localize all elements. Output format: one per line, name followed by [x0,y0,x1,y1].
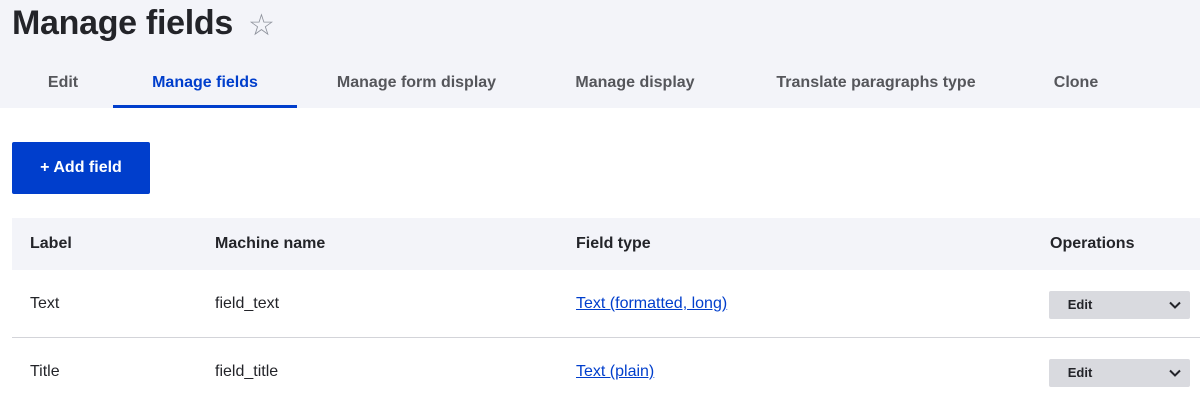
table-row: Title field_title Text (plain) Edit [12,338,1200,404]
operations-dropbutton: Edit [1049,291,1190,319]
field-label-cell: Text [30,295,60,312]
tab-clone[interactable]: Clone [1038,62,1114,108]
page-header: Manage fields ☆ Edit Manage fields Manag… [0,0,1200,108]
field-label-cell: Title [30,363,60,380]
column-header-operations: Operations [1050,235,1135,252]
column-header-machine-name: Machine name [215,235,326,252]
field-type-link[interactable]: Text (plain) [576,363,654,380]
operations-dropbutton: Edit [1049,359,1190,387]
machine-name-cell: field_text [215,295,280,312]
machine-name-cell: field_title [215,363,279,380]
tab-bar: Edit Manage fields Manage form display M… [0,62,1200,108]
chevron-down-icon[interactable] [1160,291,1190,319]
add-field-button[interactable]: + Add field [12,142,150,194]
chevron-down-icon[interactable] [1160,359,1190,387]
fields-table: Label Machine name Field type Operations… [12,218,1200,404]
tab-edit[interactable]: Edit [30,62,96,108]
star-icon[interactable]: ☆ [248,6,275,46]
edit-button[interactable]: Edit [1049,359,1111,387]
page-title: Manage fields [12,4,233,42]
column-header-field-type: Field type [576,235,651,252]
table-row: Text field_text Text (formatted, long) E… [12,270,1200,338]
field-type-link[interactable]: Text (formatted, long) [576,295,727,312]
table-header: Label Machine name Field type Operations [12,218,1200,270]
column-header-label: Label [30,235,72,252]
tab-manage-fields[interactable]: Manage fields [113,62,297,108]
tab-manage-display[interactable]: Manage display [556,62,714,108]
tab-translate-paragraphs-type[interactable]: Translate paragraphs type [752,62,1000,108]
edit-button[interactable]: Edit [1049,291,1111,319]
tab-manage-form-display[interactable]: Manage form display [316,62,517,108]
